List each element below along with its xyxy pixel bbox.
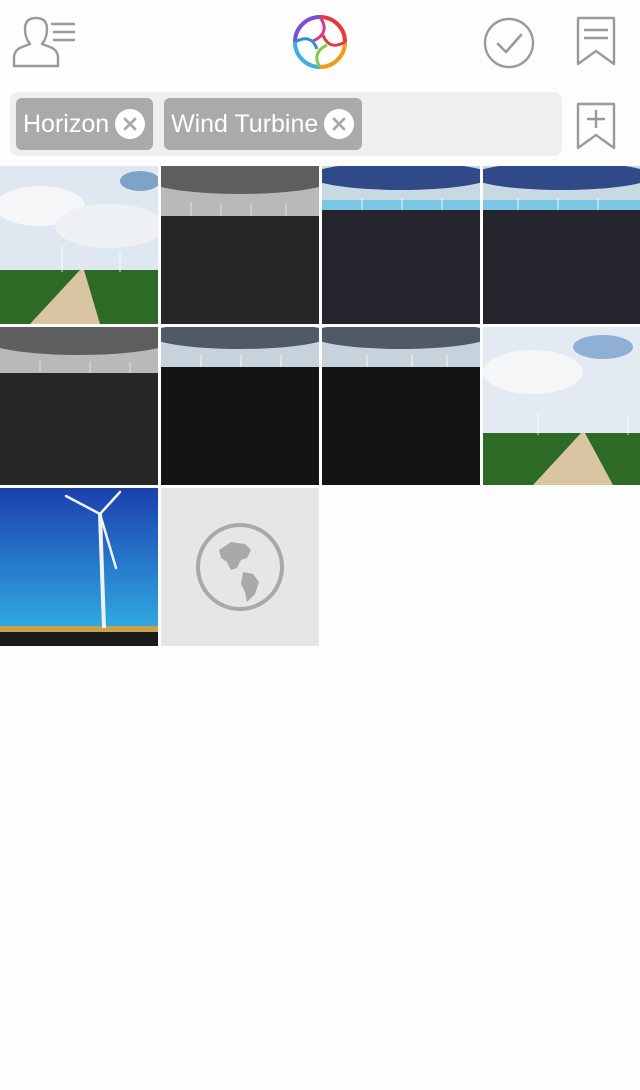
storm-horizon-photo	[0, 327, 158, 485]
wind-turbine-photo	[0, 488, 158, 646]
photo-thumbnail[interactable]	[0, 488, 158, 646]
photo-thumbnail[interactable]	[483, 327, 640, 485]
globe-icon	[196, 523, 284, 611]
storm-horizon-photo	[161, 166, 319, 324]
photo-thumbnail[interactable]	[322, 327, 480, 485]
close-icon	[332, 117, 346, 131]
dark-field-photo	[161, 327, 319, 485]
photo-thumbnail[interactable]	[322, 166, 480, 324]
photo-thumbnail[interactable]	[483, 166, 640, 324]
blue-horizon-photo	[483, 166, 640, 324]
profile-list-icon	[12, 16, 76, 68]
tag-label: Horizon	[23, 109, 110, 138]
close-icon	[123, 117, 137, 131]
remove-tag-button[interactable]	[324, 109, 355, 139]
bookmark-list-icon	[576, 16, 616, 66]
location-placeholder-tile[interactable]	[161, 488, 319, 646]
photo-thumbnail[interactable]	[0, 327, 158, 485]
tag-chip[interactable]: Wind Turbine	[164, 98, 363, 150]
dirt-road-photo	[0, 166, 158, 324]
check-circle-icon	[483, 17, 535, 69]
photo-thumbnail[interactable]	[161, 327, 319, 485]
tag-filter-bar[interactable]: Horizon Wind Turbine	[10, 92, 562, 156]
photo-thumbnail[interactable]	[161, 166, 319, 324]
top-bar	[0, 0, 640, 86]
aperture-logo-icon	[293, 15, 347, 69]
bookmark-add-icon	[576, 102, 616, 150]
select-check-button[interactable]	[480, 14, 538, 72]
remove-tag-button[interactable]	[115, 109, 146, 139]
dirt-road-photo	[483, 327, 640, 485]
app-logo	[288, 10, 352, 74]
dark-field-photo	[322, 327, 480, 485]
profile-menu-button[interactable]	[8, 12, 80, 70]
blue-horizon-photo	[322, 166, 480, 324]
bookmarks-button[interactable]	[570, 14, 622, 68]
tag-label: Wind Turbine	[171, 109, 319, 138]
tag-chip[interactable]: Horizon	[16, 98, 154, 150]
add-bookmark-button[interactable]	[574, 100, 618, 152]
photo-thumbnail[interactable]	[0, 166, 158, 324]
